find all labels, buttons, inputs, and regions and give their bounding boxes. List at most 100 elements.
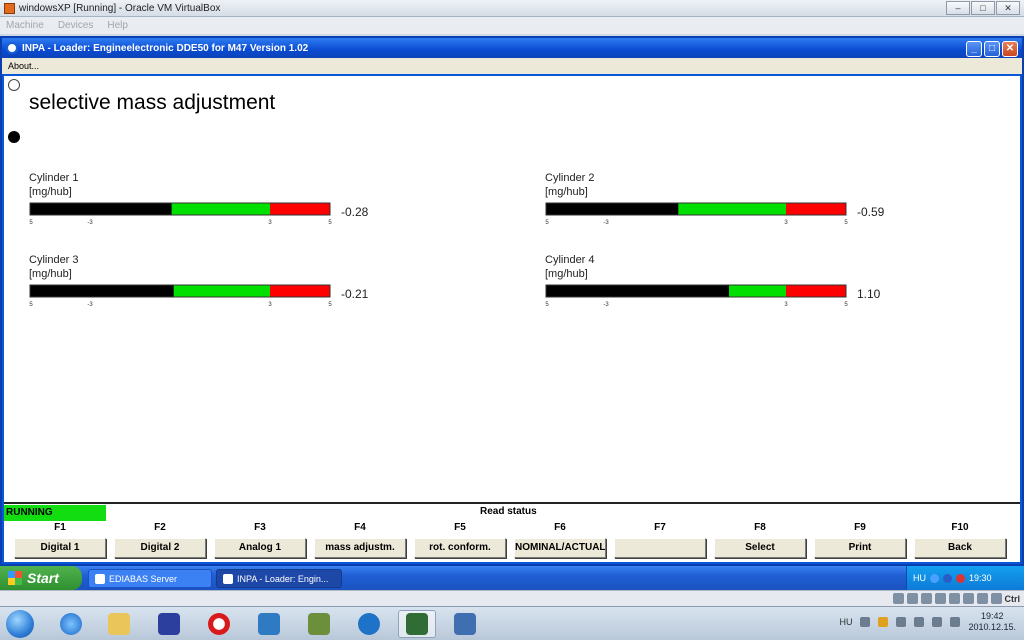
gauge-tick-label: 3 bbox=[784, 302, 788, 308]
mass-adjustment-button[interactable]: mass adjustm. bbox=[314, 538, 406, 558]
inpa-title: INPA - Loader: Engineelectronic DDE50 fo… bbox=[22, 42, 309, 54]
gauge-name: Cylinder 2 bbox=[545, 172, 595, 184]
gauge-zone-2 bbox=[270, 285, 330, 297]
vbox-menubar: Machine Devices Help bbox=[0, 17, 1024, 34]
print-button[interactable]: Print bbox=[814, 538, 906, 558]
radio-indicator-filled bbox=[8, 131, 20, 143]
mouse-integration-icon[interactable] bbox=[976, 593, 988, 604]
language-indicator[interactable]: HU bbox=[913, 573, 926, 583]
host-clock[interactable]: 19:42 2010.12.15. bbox=[968, 611, 1016, 633]
internet-explorer-pin[interactable] bbox=[52, 610, 90, 638]
fkey-label-f6: F6 bbox=[554, 522, 566, 533]
windows-start-orb-icon[interactable] bbox=[6, 610, 34, 638]
gauge-fill bbox=[30, 285, 174, 297]
network-icon[interactable] bbox=[930, 573, 939, 583]
inpa-client-area: selective mass adjustment Cylinder 1 [mg… bbox=[4, 76, 1020, 562]
teamviewer-icon bbox=[358, 613, 380, 635]
close-button[interactable]: ✕ bbox=[996, 1, 1020, 15]
select-button[interactable]: Select bbox=[714, 538, 806, 558]
gauge-bar: -5 -3 3 5 bbox=[545, 284, 848, 308]
tray-app-icon[interactable] bbox=[878, 617, 889, 627]
gauge-tick-label: 3 bbox=[268, 302, 272, 308]
gauge-tick-label: -3 bbox=[603, 302, 609, 308]
inpa-minimize-button[interactable]: _ bbox=[966, 41, 982, 57]
vm-window-pin[interactable] bbox=[398, 610, 436, 638]
menu-machine[interactable]: Machine bbox=[6, 20, 44, 31]
host-key-label: Ctrl bbox=[1004, 593, 1021, 604]
gauge-unit: [mg/hub] bbox=[545, 268, 588, 280]
opera-pin[interactable] bbox=[200, 610, 238, 638]
cylinder-1-gauge: Cylinder 1 [mg/hub] -5 -3 3 5 -0.28 bbox=[29, 172, 389, 242]
network-signal-icon[interactable] bbox=[932, 617, 943, 627]
maximize-button[interactable]: □ bbox=[971, 1, 995, 15]
keyboard-capture-icon[interactable] bbox=[990, 593, 1002, 604]
back-button[interactable]: Back bbox=[914, 538, 1006, 558]
start-button[interactable]: Start bbox=[0, 566, 82, 590]
display-icon[interactable] bbox=[962, 593, 974, 604]
inpa-window-controls: _ □ ✕ bbox=[966, 41, 1018, 57]
xp-system-tray: HU 19:30 bbox=[906, 566, 1024, 590]
gauge-bar: -5 -3 3 5 bbox=[29, 202, 332, 226]
battery-icon[interactable] bbox=[914, 617, 925, 627]
inpa-window: INPA - Loader: Engineelectronic DDE50 fo… bbox=[0, 36, 1024, 566]
gauge-zone-2 bbox=[786, 285, 846, 297]
network-adapter-icon[interactable] bbox=[948, 593, 960, 604]
virtualbox-pin[interactable] bbox=[446, 610, 484, 638]
gauge-tick-label: -5 bbox=[29, 302, 33, 308]
digital-1-button[interactable]: Digital 1 bbox=[14, 538, 106, 558]
gauge-zone-2 bbox=[270, 203, 330, 215]
teamviewer-pin[interactable] bbox=[350, 610, 388, 638]
host-language-indicator[interactable]: HU bbox=[839, 617, 852, 627]
excel-pin[interactable] bbox=[250, 610, 288, 638]
explorer-pin[interactable] bbox=[100, 610, 138, 638]
usb-icon[interactable] bbox=[920, 593, 932, 604]
analog-1-button[interactable]: Analog 1 bbox=[214, 538, 306, 558]
gauge-value: -0.21 bbox=[341, 287, 369, 301]
fkey-label-f5: F5 bbox=[454, 522, 466, 533]
digital-2-button[interactable]: Digital 2 bbox=[114, 538, 206, 558]
ediabas-icon bbox=[95, 573, 105, 584]
taskbar-item-inpa[interactable]: INPA - Loader: Engin... bbox=[216, 569, 342, 588]
host-date: 2010.12.15. bbox=[968, 622, 1016, 632]
menu-devices[interactable]: Devices bbox=[58, 20, 94, 31]
shield-icon[interactable] bbox=[943, 573, 952, 583]
windows7-taskbar: HU 19:42 2010.12.15. bbox=[0, 606, 1024, 640]
start-label: Start bbox=[27, 570, 59, 586]
inpa-maximize-button[interactable]: □ bbox=[984, 41, 1000, 57]
nominal-actual-button[interactable]: NOMINAL/ACTUAL bbox=[514, 538, 606, 558]
volume-icon[interactable] bbox=[950, 617, 961, 627]
gauge-fill bbox=[546, 203, 679, 215]
gauge-tick-label: 3 bbox=[268, 220, 272, 226]
cylinder-4-gauge: Cylinder 4 [mg/hub] -5 -3 3 5 1.10 bbox=[545, 254, 905, 324]
gauge-name: Cylinder 1 bbox=[29, 172, 79, 184]
gauge-bar: -5 -3 3 5 bbox=[545, 202, 848, 226]
menu-about[interactable]: About... bbox=[8, 61, 39, 71]
rot-conform-button[interactable]: rot. conform. bbox=[414, 538, 506, 558]
show-hidden-icons[interactable] bbox=[860, 617, 871, 627]
taskbar-item-ediabas[interactable]: EDIABAS Server bbox=[88, 569, 212, 588]
inpa-close-button[interactable]: ✕ bbox=[1002, 41, 1018, 57]
gauge-tick-label: -5 bbox=[29, 220, 33, 226]
shared-folders-icon[interactable] bbox=[934, 593, 946, 604]
inpa-menubar: About... bbox=[2, 58, 1022, 74]
save-app-pin[interactable] bbox=[150, 610, 188, 638]
hard-disk-icon[interactable] bbox=[892, 593, 904, 604]
xp-taskbar: Start EDIABAS Server INPA - Loader: Engi… bbox=[0, 566, 1024, 590]
fkey-label-f3: F3 bbox=[254, 522, 266, 533]
gauge-tick-label: 5 bbox=[328, 302, 332, 308]
optical-drive-icon[interactable] bbox=[906, 593, 918, 604]
f7-button[interactable] bbox=[614, 538, 706, 558]
gauge-unit: [mg/hub] bbox=[29, 186, 72, 198]
minimize-button[interactable]: – bbox=[946, 1, 970, 15]
cylinder-3-gauge: Cylinder 3 [mg/hub] -5 -3 3 5 -0.21 bbox=[29, 254, 389, 324]
menu-help[interactable]: Help bbox=[107, 20, 128, 31]
vbox-statusbar: Ctrl bbox=[0, 590, 1024, 606]
cylinder-2-gauge: Cylinder 2 [mg/hub] -5 -3 3 5 -0.59 bbox=[545, 172, 905, 242]
gauge-unit: [mg/hub] bbox=[29, 268, 72, 280]
game-app-pin[interactable] bbox=[300, 610, 338, 638]
action-center-flag-icon[interactable] bbox=[896, 617, 907, 627]
windows7-system-tray: HU 19:42 2010.12.15. bbox=[839, 611, 1016, 633]
security-icon[interactable] bbox=[956, 573, 965, 583]
status-area: RUNNING Read status F1 F2 F3 F4 F5 F6 F7… bbox=[4, 502, 1020, 562]
fkey-label-f1: F1 bbox=[54, 522, 66, 533]
